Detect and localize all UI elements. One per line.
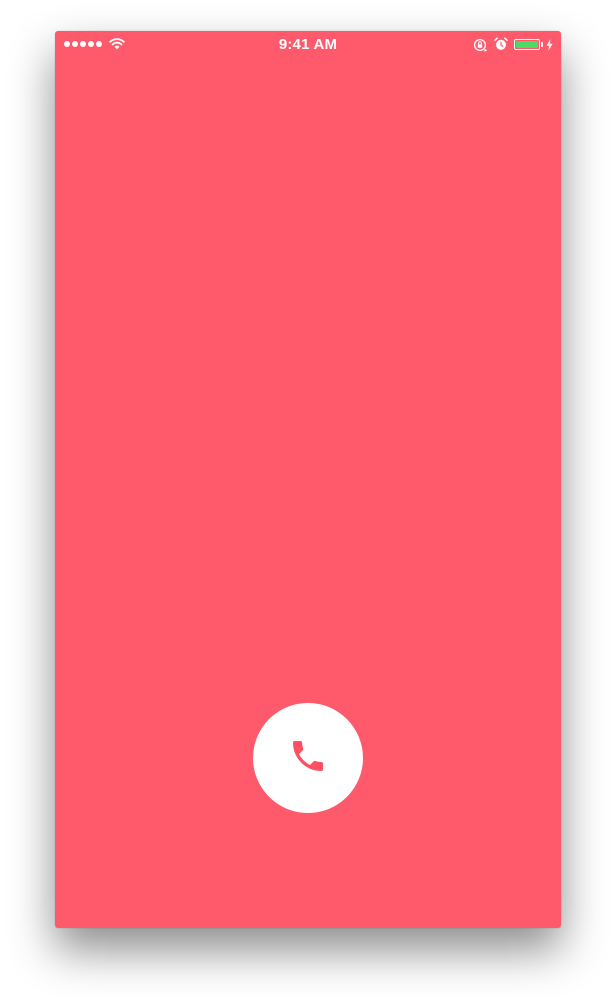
- battery-icon: [514, 39, 540, 50]
- status-bar: 9:41 AM: [55, 31, 561, 58]
- battery-level-fill: [516, 41, 538, 48]
- charging-bolt-icon: [546, 38, 553, 56]
- call-button[interactable]: [253, 703, 363, 813]
- phone-frame: 9:41 AM: [55, 31, 561, 928]
- orientation-lock-icon: [473, 38, 488, 57]
- battery-tip: [541, 42, 543, 47]
- phone-icon: [288, 736, 328, 781]
- call-screen: 9:41 AM: [55, 31, 561, 928]
- alarm-icon: [494, 37, 508, 56]
